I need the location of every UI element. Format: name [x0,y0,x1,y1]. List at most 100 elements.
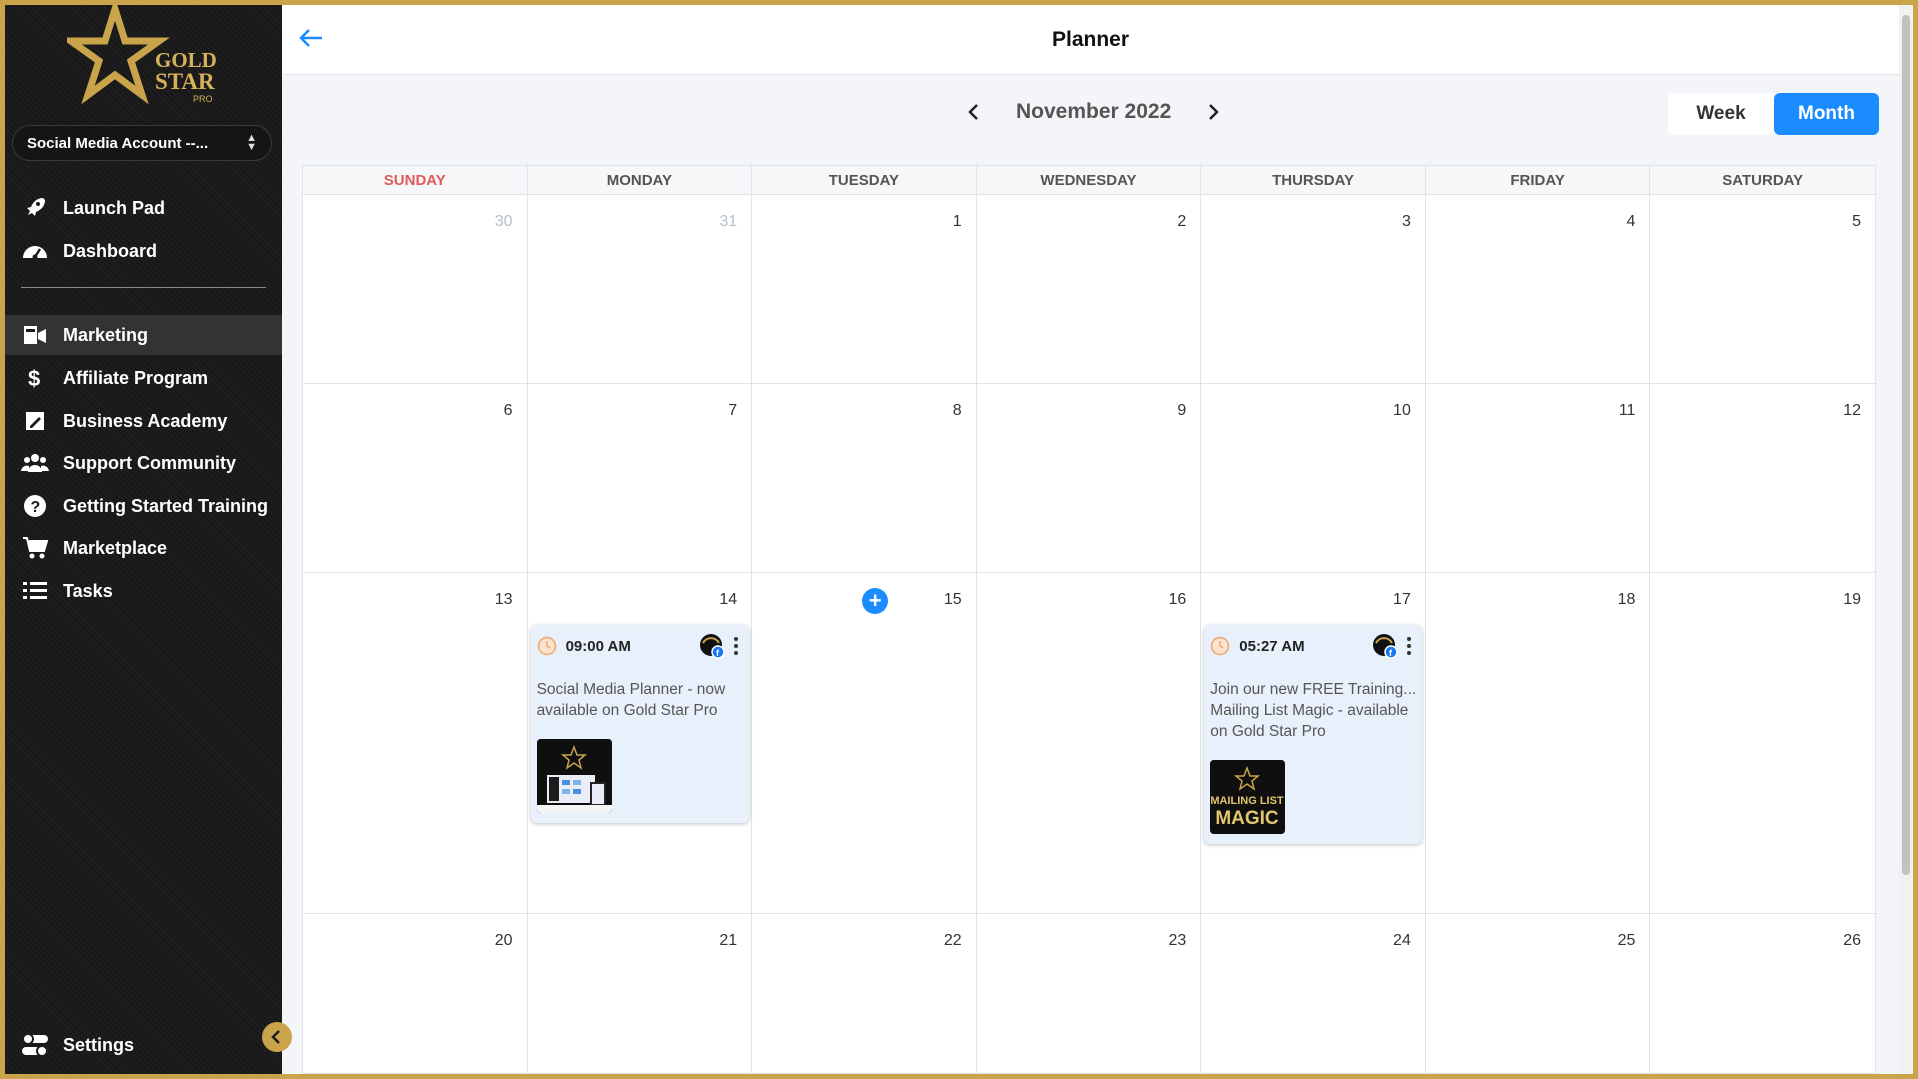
calendar-day-cell[interactable]: 3 [1201,195,1426,383]
scrollbar[interactable] [1899,5,1913,1074]
thumb-caption-line-2: MAGIC [1216,808,1280,829]
view-toggle: Week Month [1668,93,1879,135]
scheduled-post-card[interactable]: 05:27 AM f Join our new FREE Training...… [1204,625,1423,844]
clock-icon [537,636,556,656]
post-image-thumbnail[interactable]: MAILING LIST MAGIC [1210,760,1286,834]
account-select[interactable]: Social Media Account --... ▲ ▼ [12,125,272,161]
calendar-day-cell[interactable]: 20 [303,914,528,1073]
chevron-right-icon[interactable] [1201,100,1225,124]
svg-text:$: $ [28,366,40,390]
date-number: 22 [943,932,962,949]
calendar-day-cell[interactable]: 18 [1426,573,1651,913]
calendar-day-cell[interactable]: 14 09:00 AM f Social Media Planner - now… [528,573,753,913]
sidebar-item-label: Dashboard [63,240,158,261]
calendar-day-cell[interactable]: 23 [977,914,1202,1073]
date-number: 30 [494,213,513,230]
post-image-thumbnail[interactable] [536,739,612,813]
calendar-day-cell[interactable]: 17 05:27 AM f Join our new FREE Training… [1201,573,1426,913]
sidebar-item-label: Marketing [63,324,149,345]
month-calendar: SUNDAY MONDAY TUESDAY WEDNESDAY THURSDAY… [302,165,1876,1074]
calendar-day-cell[interactable]: 12 [1650,384,1875,572]
sidebar-item-settings[interactable]: Settings [5,1025,282,1065]
sidebar-item-launch-pad[interactable]: Launch Pad [5,188,282,228]
sidebar-item-affiliate-program[interactable]: $ Affiliate Program [5,358,282,398]
svg-text:?: ? [31,499,41,516]
post-menu-icon[interactable] [729,635,743,657]
sidebar: GOLD STAR PRO Social Media Account --...… [5,5,282,1074]
sidebar-item-getting-started-training[interactable]: ? Getting Started Training [5,486,282,526]
main-content: Planner November 2022 Week Month SUNDAY … [282,5,1913,1074]
post-header: 05:27 AM f [1210,634,1416,659]
calendar-day-cell[interactable]: 31 [528,195,753,383]
week-view-button[interactable]: Week [1668,93,1774,135]
svg-text:STAR: STAR [155,69,215,94]
calendar-day-cell[interactable]: 16 [977,573,1202,913]
date-number: 15 [943,591,962,608]
calendar-day-cell[interactable]: + 15 [752,573,977,913]
sidebar-item-marketing[interactable]: Marketing [5,315,282,355]
calendar-day-cell[interactable]: 6 [303,384,528,572]
date-number: 10 [1393,402,1411,419]
select-arrows-icon: ▲ ▼ [246,132,257,153]
sidebar-item-label: Support Community [63,452,236,473]
post-menu-icon[interactable] [1402,635,1416,657]
month-view-button[interactable]: Month [1774,93,1879,135]
day-name-thursday: THURSDAY [1201,166,1426,194]
day-name-saturday: SATURDAY [1722,171,1804,189]
day-name-wednesday: WEDNESDAY [977,166,1202,194]
calendar-day-cell[interactable]: 9 [977,384,1202,572]
date-number: 17 [1393,591,1411,608]
calendar-day-cell[interactable]: 2 [977,195,1202,383]
sidebar-item-label: Getting Started Training [63,495,269,516]
date-number: 3 [1401,213,1411,230]
calendar-day-cell[interactable]: 7 [528,384,753,572]
calendar-day-cell[interactable]: 30 [303,195,528,383]
calendar-day-cell[interactable]: 11 [1426,384,1651,572]
date-number: 5 [1852,213,1861,230]
gold-star-logo[interactable]: GOLD STAR PRO [60,5,227,105]
calendar-day-cell[interactable]: 4 [1426,195,1651,383]
calendar-day-cell[interactable]: 22 [752,914,977,1073]
back-arrow-icon[interactable] [296,23,326,53]
calendar-day-cell[interactable]: 19 [1650,573,1875,913]
chevron-left-icon[interactable] [962,100,986,124]
sidebar-item-label: Affiliate Program [63,367,209,388]
calendar-day-cell[interactable]: 10 [1201,384,1426,572]
day-name-monday: MONDAY [528,166,753,194]
collapse-sidebar-button[interactable] [262,1022,292,1052]
page-title: Planner [1051,27,1130,51]
question-icon: ? [21,492,49,520]
clock-icon [1211,636,1230,656]
calendar-day-cell[interactable]: 13 [303,573,528,913]
sidebar-item-dashboard[interactable]: Dashboard [5,231,282,271]
calendar-day-cell[interactable]: 8 [752,384,977,572]
calendar-day-cell[interactable]: 21 [528,914,753,1073]
date-number: 9 [1177,402,1187,419]
date-number: 12 [1843,402,1861,419]
date-number: 23 [1168,932,1187,949]
megaphone-icon [21,321,49,349]
calendar-week: 30 31 1 2 3 4 5 [303,195,1875,384]
scheduled-post-card[interactable]: 09:00 AM f Social Media Planner - now av… [530,625,749,823]
sidebar-item-label: Launch Pad [63,197,166,218]
sidebar-item-business-academy[interactable]: Business Academy [5,401,282,441]
gauge-icon [21,237,49,265]
calendar-week: 6 7 8 9 10 11 12 [303,384,1875,573]
calendar-day-cell[interactable]: 5 [1650,195,1875,383]
calendar-day-cell[interactable]: 24 [1201,914,1426,1073]
date-number: 16 [1168,591,1187,608]
thumb-caption-line-1: MAILING LIST [1211,795,1285,807]
date-number: 20 [494,932,513,949]
add-post-button[interactable]: + [862,588,889,614]
calendar-week: 13 14 09:00 AM f Social Media Planner - … [303,573,1875,914]
sidebar-item-marketplace[interactable]: Marketplace [5,528,282,568]
sidebar-item-support-community[interactable]: Support Community [5,443,282,483]
date-number: 13 [494,591,513,608]
day-name-friday: FRIDAY [1426,166,1651,194]
calendar-day-cell[interactable]: 26 [1650,914,1875,1073]
calendar-day-cell[interactable]: 1 [752,195,977,383]
list-icon [21,577,49,605]
sidebar-item-tasks[interactable]: Tasks [5,571,282,611]
calendar-day-cell[interactable]: 25 [1426,914,1651,1073]
scrollbar-thumb[interactable] [1902,15,1910,875]
